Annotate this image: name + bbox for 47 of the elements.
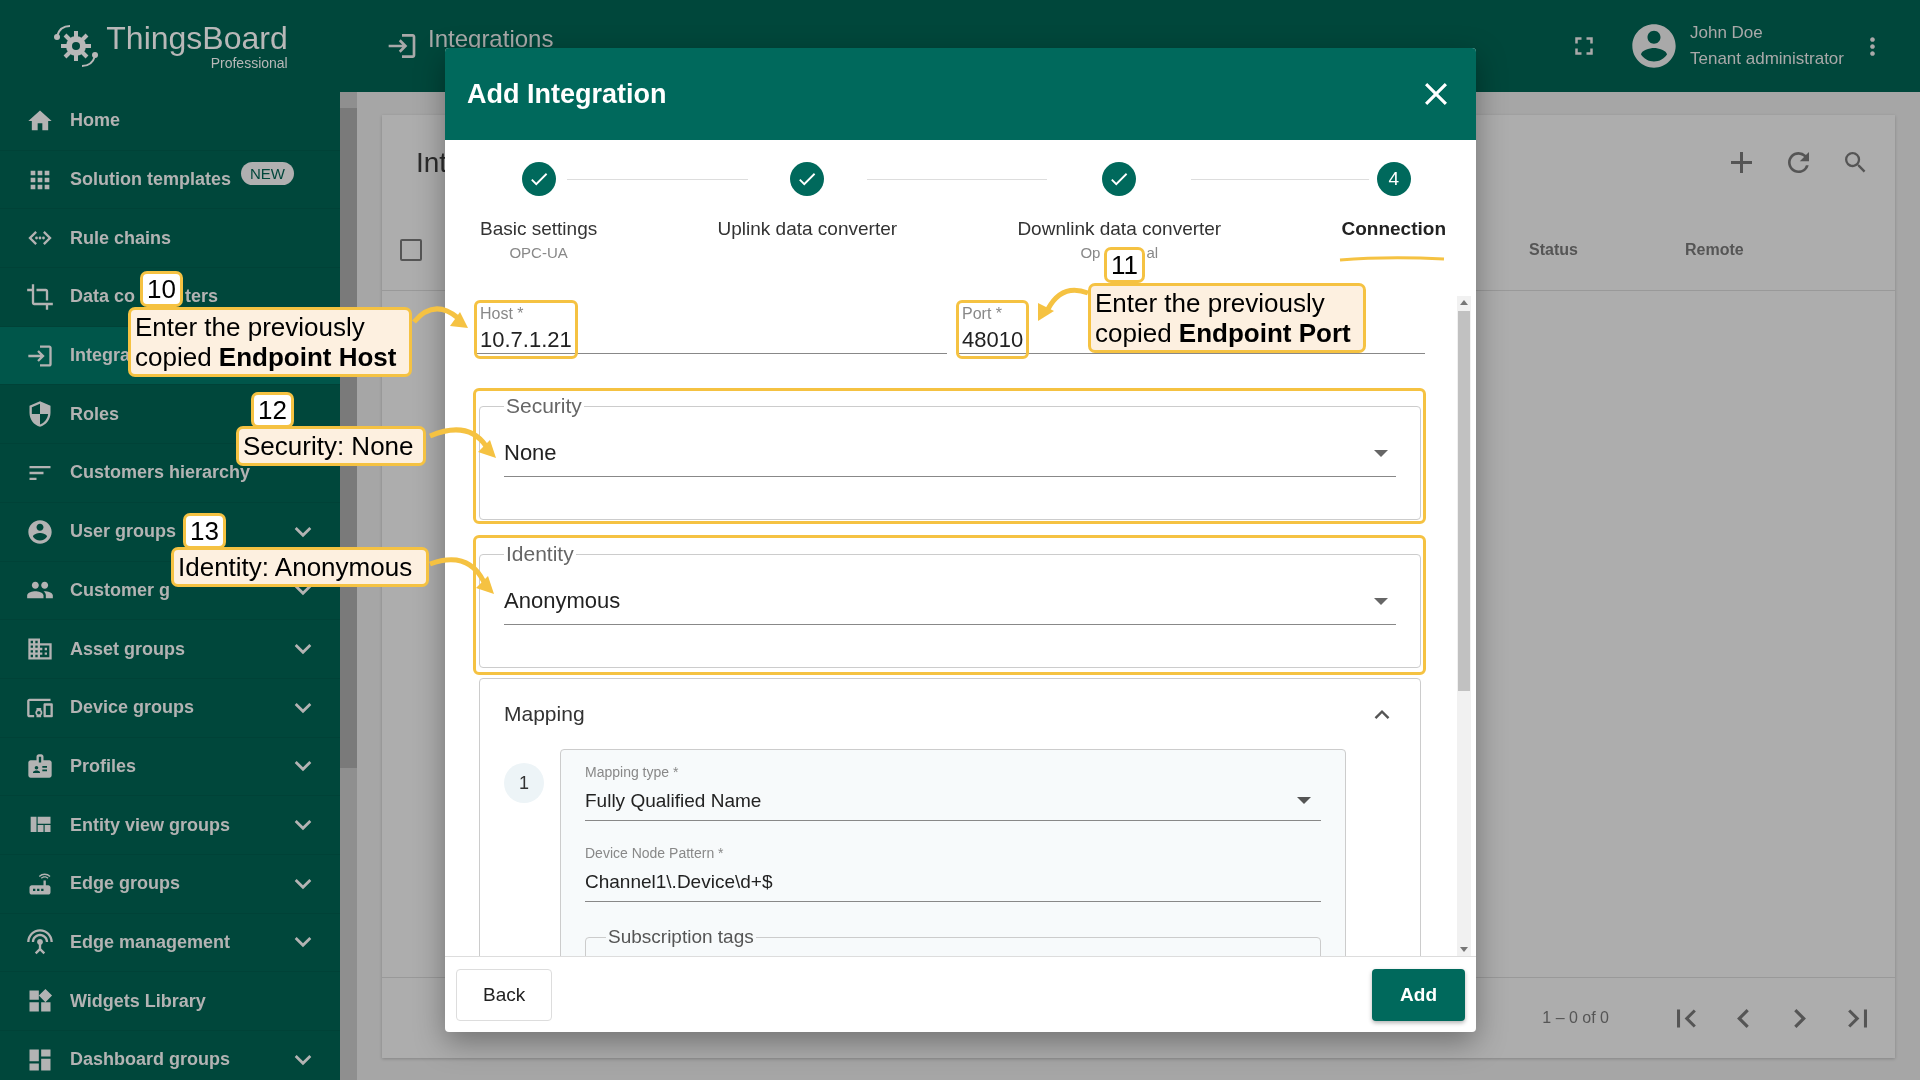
sidebar-label: Edge management: [70, 931, 231, 953]
sidebar-label: Edge groups: [70, 873, 180, 895]
step-sublabel: al: [1146, 244, 1159, 261]
sidebar-label: ters: [185, 286, 219, 308]
group-legend: Security: [504, 394, 584, 418]
callout-tooltip: Identity: Anonymous: [171, 547, 429, 587]
mapping-title: Mapping: [504, 702, 586, 726]
highlight-frame: Host * 10.7.1.21: [474, 300, 578, 359]
sidebar-label: Entity view groups: [70, 814, 231, 836]
step-label: Basic settings: [480, 218, 598, 240]
sidebar-label: Roles: [70, 403, 120, 425]
sidebar-label: Solution templates: [70, 169, 231, 191]
group-legend: Identity: [504, 542, 576, 566]
sidebar-label: Asset groups: [70, 638, 186, 660]
sidebar-label: Home: [70, 110, 120, 132]
callout-number-tooltip: 10: [140, 271, 183, 307]
callout-number-tooltip: 11: [1104, 247, 1145, 283]
mapping-index: 1: [504, 763, 544, 803]
callout-number-tooltip: 13: [183, 513, 226, 549]
step-label: Connection: [1341, 218, 1446, 240]
callout-tooltip: Enter the previously copied Endpoint Port: [1088, 283, 1366, 353]
paginator-range: 1 – 0 of 0: [1542, 1009, 1609, 1027]
sidebar-label: Customer g: [70, 579, 170, 601]
sidebar-label: Integra: [70, 345, 130, 367]
sidebar-label: User groups: [70, 521, 177, 543]
dialog-title: Add Integration: [467, 78, 668, 110]
new-badge: NEW: [241, 162, 294, 186]
sidebar-label: Widgets Library: [70, 990, 206, 1012]
sidebar-label: Profiles: [70, 755, 137, 777]
sidebar-label: Data co: [70, 286, 136, 308]
step-sublabel: Op: [1080, 244, 1101, 261]
tags-legend: Subscription tags: [606, 926, 756, 948]
callout-tooltip: Enter the previously copied Endpoint Host: [128, 307, 412, 377]
callout-tooltip: Security: None: [236, 426, 426, 466]
step-label: Downlink data converter: [1017, 218, 1222, 240]
user-name: John Doe: [1689, 23, 1764, 43]
logo-subtitle: Professional: [210, 55, 288, 71]
callout-number-tooltip: 12: [251, 392, 294, 428]
step-label: Uplink data converter: [717, 218, 898, 240]
sidebar-label: Dashboard groups: [70, 1049, 230, 1071]
step-sublabel: OPC-UA: [509, 244, 568, 261]
sidebar-label: Rule chains: [70, 227, 172, 249]
page-title: Integrations: [428, 25, 554, 53]
user-role: Tenant administrator: [1689, 49, 1844, 69]
card-title: Int: [416, 146, 448, 179]
step-number: 4: [1388, 168, 1400, 190]
sidebar-label: Device groups: [70, 697, 195, 719]
